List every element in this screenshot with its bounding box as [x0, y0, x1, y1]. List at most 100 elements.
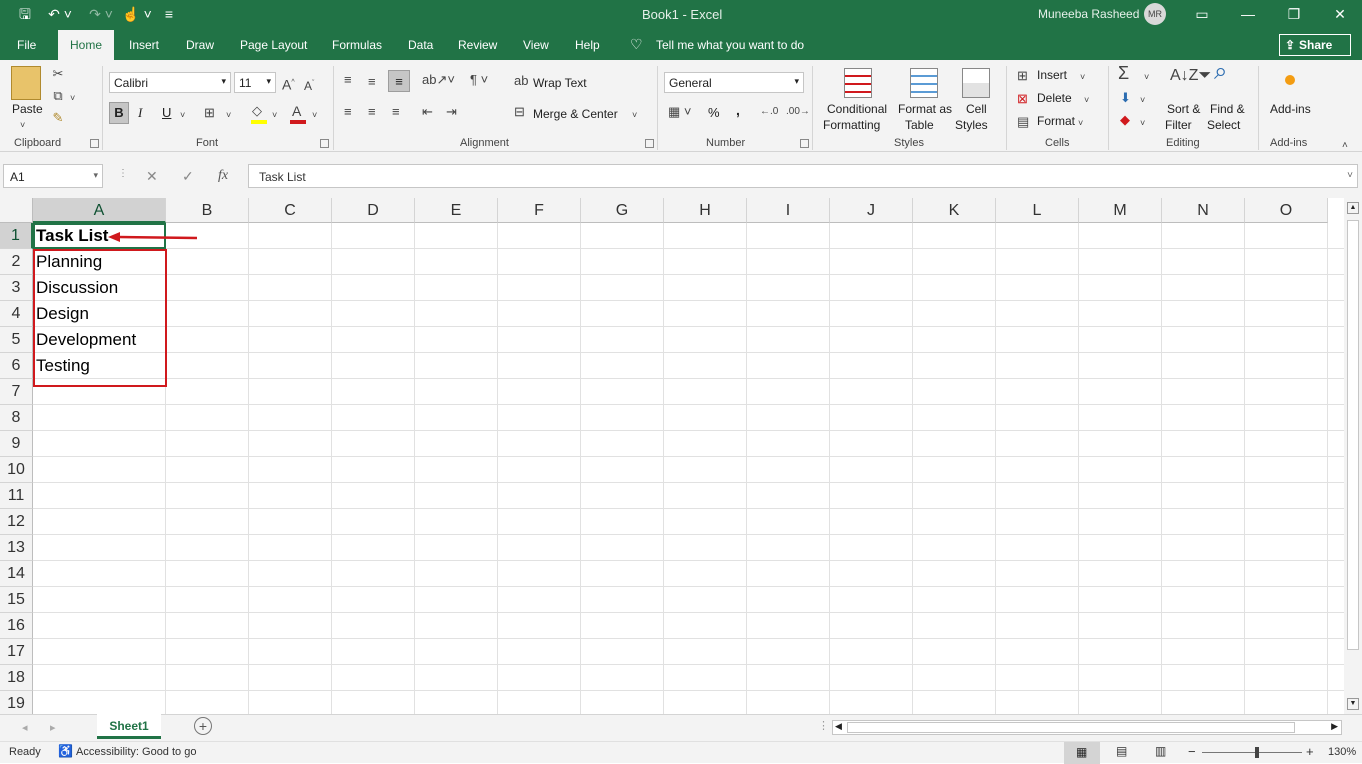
align-right-icon[interactable]: ≡	[392, 104, 400, 120]
cell-styles-icon[interactable]	[962, 68, 990, 98]
scroll-down-icon[interactable]: ▼	[1347, 698, 1359, 710]
sheet-tab-sheet1[interactable]: Sheet1	[97, 714, 161, 739]
column-header-k[interactable]: K	[913, 198, 996, 223]
merge-center-button[interactable]: Merge & Center	[533, 107, 618, 121]
align-top-icon[interactable]: ≡	[344, 72, 352, 88]
cancel-icon[interactable]: ✕	[146, 168, 158, 185]
clipboard-launcher-icon[interactable]	[90, 139, 99, 148]
alignment-launcher-icon[interactable]	[645, 139, 654, 148]
column-header-o[interactable]: O	[1245, 198, 1328, 223]
scroll-thumb[interactable]	[1347, 220, 1359, 650]
tab-home[interactable]: Home	[58, 30, 115, 60]
zoom-level[interactable]: 130%	[1328, 746, 1356, 758]
orientation-icon[interactable]: ab↗˅	[422, 72, 455, 88]
row-header-19[interactable]: 19	[0, 691, 33, 714]
formula-input[interactable]: Task List ˅	[248, 164, 1358, 188]
bold-button[interactable]: B	[109, 102, 129, 124]
cell-a1[interactable]: Task List	[36, 226, 108, 246]
italic-button[interactable]: I	[138, 105, 142, 121]
column-header-g[interactable]: G	[581, 198, 664, 223]
paste-dropdown-icon[interactable]: ˅	[20, 117, 25, 133]
comma-button[interactable]: ,	[736, 102, 740, 118]
cell-styles-button[interactable]: Cell	[966, 102, 987, 116]
tab-file[interactable]: File	[17, 38, 36, 52]
increase-decimal-icon[interactable]: ←.0	[760, 104, 778, 120]
row-header-6[interactable]: 6	[0, 353, 33, 379]
copy-icon[interactable]: ⧉	[50, 88, 66, 104]
row-header-18[interactable]: 18	[0, 665, 33, 691]
font-launcher-icon[interactable]	[320, 139, 329, 148]
clear-icon[interactable]: ◆	[1120, 112, 1130, 128]
font-name-select[interactable]: Calibri ▾	[109, 72, 231, 93]
insert-dropdown-icon[interactable]: ˅	[1080, 69, 1085, 85]
align-middle-icon[interactable]: ≡	[368, 74, 376, 90]
row-header-2[interactable]: 2	[0, 249, 33, 275]
save-icon[interactable]: 🖫	[15, 5, 35, 23]
avatar[interactable]: MR	[1144, 3, 1166, 25]
column-header-a[interactable]: A	[33, 198, 166, 223]
tab-split-icon[interactable]: ⋮	[818, 719, 829, 732]
clear-dropdown-icon[interactable]: ˅	[1140, 115, 1145, 131]
minimize-icon[interactable]: —	[1236, 3, 1260, 25]
sort-filter-button[interactable]: Sort &	[1167, 102, 1200, 116]
borders-icon[interactable]: ⊞	[204, 105, 215, 121]
enter-icon[interactable]: ✓	[182, 168, 194, 185]
copy-dropdown-icon[interactable]: ˅	[70, 90, 75, 106]
column-header-n[interactable]: N	[1162, 198, 1245, 223]
font-size-select[interactable]: 11 ▾	[234, 72, 276, 93]
tab-data[interactable]: Data	[408, 38, 433, 52]
column-header-m[interactable]: M	[1079, 198, 1162, 223]
ribbon-display-icon[interactable]: ▭	[1190, 3, 1214, 25]
tab-insert[interactable]: Insert	[129, 38, 159, 52]
row-header-1[interactable]: 1	[0, 223, 33, 249]
normal-view-button[interactable]: ▦	[1064, 742, 1100, 764]
row-header-7[interactable]: 7	[0, 379, 33, 405]
format-as-table-button[interactable]: Format as	[898, 102, 952, 116]
align-bottom-icon[interactable]: ≡	[388, 70, 410, 92]
find-select-button[interactable]: Find &	[1210, 102, 1245, 116]
accounting-format-icon[interactable]: ▦ ˅	[668, 104, 692, 120]
fill-dropdown-icon[interactable]: ˅	[1140, 92, 1145, 108]
decrease-indent-icon[interactable]: ⇤	[422, 104, 433, 120]
customize-toolbar-icon[interactable]: ≡	[162, 5, 176, 23]
row-header-8[interactable]: 8	[0, 405, 33, 431]
decrease-font-icon[interactable]: Aˇ	[304, 76, 314, 94]
insert-cells-button[interactable]: Insert	[1037, 68, 1067, 82]
column-header-f[interactable]: F	[498, 198, 581, 223]
tab-draw[interactable]: Draw	[186, 38, 214, 52]
close-icon[interactable]: ✕	[1328, 3, 1352, 25]
row-header-12[interactable]: 12	[0, 509, 33, 535]
increase-font-icon[interactable]: A^	[282, 75, 295, 93]
share-button[interactable]: ⇪ Share	[1279, 34, 1351, 56]
percent-button[interactable]: %	[708, 105, 720, 120]
tab-next-icon[interactable]: ▸	[50, 721, 56, 734]
borders-dropdown-icon[interactable]: ˅	[226, 107, 231, 123]
fill-color-icon[interactable]: ◇	[252, 103, 262, 119]
fill-dropdown-icon[interactable]: ˅	[272, 107, 277, 123]
underline-button[interactable]: U	[162, 105, 171, 120]
format-cells-button[interactable]: Format	[1037, 114, 1075, 128]
cut-icon[interactable]: ✂	[50, 66, 66, 82]
add-ins-button[interactable]: Add-ins	[1270, 102, 1311, 116]
h-scroll-thumb[interactable]	[847, 722, 1295, 733]
conditional-formatting-button[interactable]: Conditional	[827, 102, 887, 116]
accessibility-status[interactable]: Accessibility: Good to go	[76, 746, 196, 758]
scroll-left-icon[interactable]: ◀	[835, 721, 842, 732]
column-header-l[interactable]: L	[996, 198, 1079, 223]
format-painter-icon[interactable]: ✎	[50, 110, 66, 126]
touch-mode-icon[interactable]: ☝ ˅	[120, 5, 154, 23]
autosum-dropdown-icon[interactable]: ˅	[1144, 69, 1149, 85]
tab-prev-icon[interactable]: ◂	[22, 721, 28, 734]
tab-help[interactable]: Help	[575, 38, 600, 52]
row-header-5[interactable]: 5	[0, 327, 33, 353]
add-ins-icon[interactable]	[1285, 75, 1295, 85]
user-name[interactable]: Muneeba Rasheed	[1038, 7, 1139, 21]
horizontal-scrollbar[interactable]: ◀ ▶	[832, 720, 1342, 735]
row-header-3[interactable]: 3	[0, 275, 33, 301]
sort-filter-icon[interactable]: A↓Z⏷	[1170, 68, 1211, 84]
fill-icon[interactable]: ⬇	[1120, 90, 1131, 106]
font-color-icon[interactable]: A	[292, 103, 301, 119]
underline-dropdown-icon[interactable]: ˅	[180, 107, 185, 123]
restore-icon[interactable]: ❐	[1282, 3, 1306, 25]
redo-icon[interactable]: ↷ ˅	[86, 5, 116, 23]
